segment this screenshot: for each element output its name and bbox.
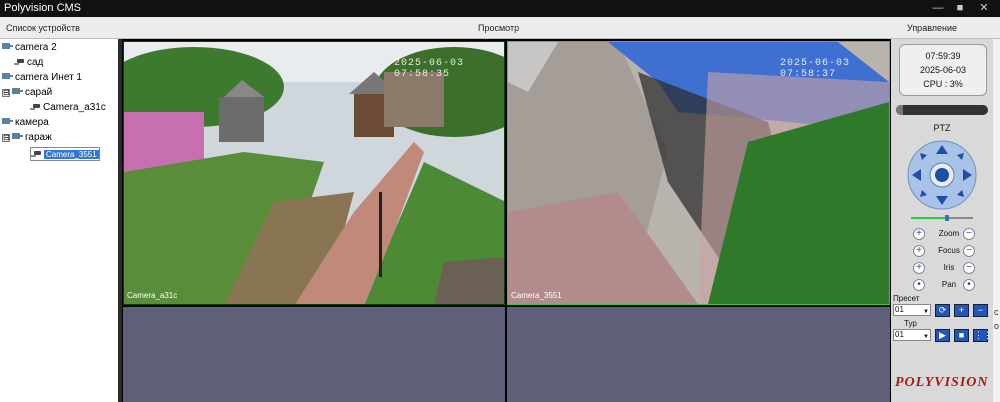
tour-play-button[interactable]: ▶ <box>935 329 950 342</box>
tree-item-garazh[interactable]: ⊟ гараж <box>2 131 52 145</box>
camera-icon <box>30 104 40 110</box>
tree-item-camera-3551[interactable]: Camera_3551 <box>30 147 100 161</box>
pan-control: • Pan • <box>913 279 989 293</box>
preset-remove-button[interactable]: − <box>973 304 988 317</box>
status-time: 07:59:39 <box>925 51 961 61</box>
focus-near-button[interactable]: + <box>913 245 925 257</box>
tour-stop-button[interactable]: ■ <box>954 329 969 342</box>
tree-item-camera-inet-1[interactable]: camera Инет 1 <box>2 71 82 85</box>
device-icon <box>12 88 23 94</box>
title-bar: Polyvision CMS — ■ ✕ <box>0 0 1000 17</box>
status-date: 2025-06-03 <box>919 65 967 75</box>
camera-feed-garden <box>124 42 504 304</box>
tour-grid-button[interactable]: ⋮⋮ <box>973 329 992 342</box>
ptz-direction-pad[interactable] <box>907 140 977 210</box>
device-list-header: Список устройств <box>6 23 80 33</box>
minimize-button[interactable]: — <box>930 1 946 15</box>
osd-camera-name: Camera_a31c <box>127 291 178 300</box>
chevron-down-icon: ▼ <box>923 334 929 340</box>
tour-select[interactable]: 01 ▼ <box>893 329 931 341</box>
device-icon <box>2 43 13 49</box>
device-icon <box>2 73 13 79</box>
video-grid: 2025-06-03 07:58:35 Camera_a31c 2025-06-… <box>122 39 891 402</box>
tree-item-saray[interactable]: ⊟ сарай <box>2 86 52 100</box>
osd-timestamp: 2025-06-03 07:58:35 <box>394 58 465 80</box>
zoom-out-button[interactable]: − <box>963 228 975 240</box>
zoom-in-button[interactable]: + <box>913 228 925 240</box>
app-title: Polyvision CMS <box>4 2 82 14</box>
osd-camera-name: Camera_3551 <box>511 291 562 300</box>
preset-select[interactable]: 01 ▼ <box>893 304 931 316</box>
device-tree: camera 2 сад camera Инет 1 ⊟ сарай Camera… <box>0 39 118 402</box>
adjacent-window-strip: с о <box>993 39 1000 402</box>
control-panel: 07:59:39 2025-06-03 CPU : 3% PTZ + Zoom … <box>891 39 993 402</box>
camera-icon <box>31 151 41 157</box>
preset-goto-button[interactable]: ⟳ <box>935 304 950 317</box>
collapse-icon[interactable]: ⊟ <box>2 89 10 97</box>
camera-icon <box>14 59 24 65</box>
preset-label: Пресет <box>893 294 920 303</box>
tour-label: Тур <box>904 319 917 328</box>
close-button[interactable]: ✕ <box>976 1 992 15</box>
video-tile-1[interactable]: 2025-06-03 07:58:35 Camera_a31c <box>123 41 505 305</box>
tree-item-camera-2[interactable]: camera 2 <box>2 41 57 55</box>
status-cpu: CPU : 3% <box>923 79 963 89</box>
zoom-control: + Zoom − <box>913 228 989 242</box>
video-tile-2-selected[interactable]: 2025-06-03 07:58:37 Camera_3551 <box>507 41 890 305</box>
focus-control: + Focus − <box>913 245 989 259</box>
iris-control: + Iris − <box>913 262 989 276</box>
pan-start-button[interactable]: • <box>913 279 925 291</box>
polyvision-logo: POLYVISION <box>895 375 989 390</box>
preset-add-button[interactable]: + <box>954 304 969 317</box>
osd-timestamp: 2025-06-03 07:58:37 <box>780 58 851 80</box>
control-header: Управление <box>907 23 958 33</box>
tree-item-camera-a31c[interactable]: Camera_a31c <box>30 101 106 115</box>
pan-stop-button[interactable]: • <box>963 279 975 291</box>
status-box: 07:59:39 2025-06-03 CPU : 3% <box>899 44 987 96</box>
tree-item-kamera[interactable]: камера <box>2 116 49 130</box>
focus-far-button[interactable]: − <box>963 245 975 257</box>
ptz-title: PTZ <box>933 123 951 133</box>
maximize-button[interactable]: ■ <box>952 1 968 15</box>
device-icon <box>12 133 23 139</box>
device-icon <box>2 118 13 124</box>
iris-close-button[interactable]: − <box>963 262 975 274</box>
ptz-speed-slider[interactable] <box>911 215 973 221</box>
tree-item-sad[interactable]: сад <box>14 56 43 70</box>
chevron-down-icon: ▼ <box>923 309 929 315</box>
view-header: Просмотр <box>478 23 520 33</box>
volume-bar[interactable] <box>896 105 988 115</box>
section-headers: Список устройств Просмотр Управление <box>0 17 1000 39</box>
camera-feed-yard <box>508 42 889 304</box>
video-tile-4-empty[interactable] <box>507 307 890 402</box>
iris-open-button[interactable]: + <box>913 262 925 274</box>
video-tile-3-empty[interactable] <box>123 307 505 402</box>
collapse-icon[interactable]: ⊟ <box>2 134 10 142</box>
